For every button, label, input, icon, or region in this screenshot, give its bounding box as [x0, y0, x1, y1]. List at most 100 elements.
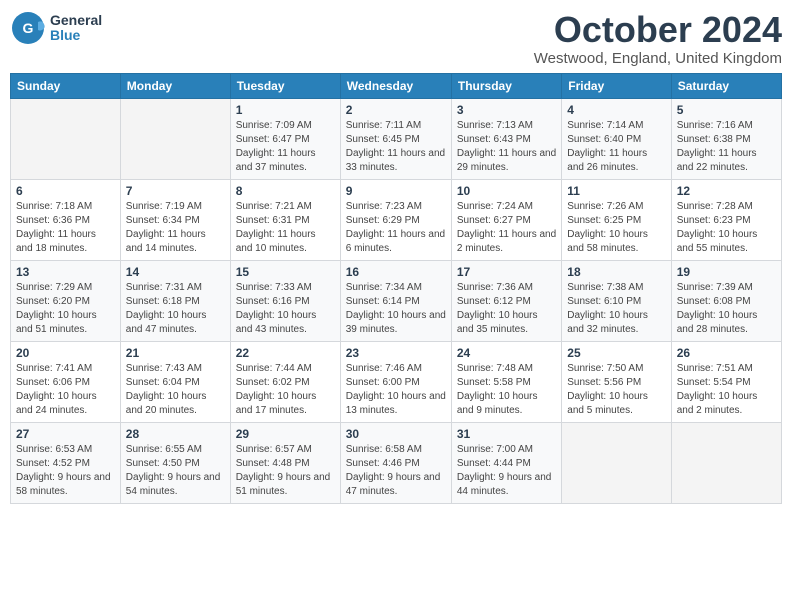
calendar-cell: 2 Sunrise: 7:11 AM Sunset: 6:45 PM Daylig…	[340, 98, 451, 179]
weekday-header-monday: Monday	[120, 73, 230, 98]
calendar-cell: 11Sunrise: 7:26 AM Sunset: 6:25 PM Dayli…	[562, 179, 671, 260]
calendar-cell: 21 Sunrise: 7:43 AM Sunset: 6:04 PM Dayli…	[120, 341, 230, 422]
week-row-5: 27 Sunrise: 6:53 AM Sunset: 4:52 PM Dayli…	[11, 422, 782, 503]
day-number: 10	[457, 184, 556, 198]
calendar-cell: 4Sunrise: 7:14 AM Sunset: 6:40 PM Daylig…	[562, 98, 671, 179]
day-info: Sunrise: 7:46 AM Sunset: 6:00 PM Dayligh…	[346, 362, 446, 418]
day-info: Sunrise: 7:19 AM Sunset: 6:34 PM Dayligh…	[126, 200, 225, 256]
calendar-cell: 8 Sunrise: 7:21 AM Sunset: 6:31 PM Daylig…	[230, 179, 340, 260]
day-info: Sunrise: 7:51 AM Sunset: 5:54 PM Dayligh…	[677, 362, 776, 418]
week-row-3: 13 Sunrise: 7:29 AM Sunset: 6:20 PM Dayli…	[11, 260, 782, 341]
page-header: G General Blue October 2024 Westwood, En…	[10, 10, 782, 67]
calendar-cell: 19 Sunrise: 7:39 AM Sunset: 6:08 PM Dayli…	[671, 260, 781, 341]
day-info: Sunrise: 7:39 AM Sunset: 6:08 PM Dayligh…	[677, 281, 776, 337]
day-info: Sunrise: 6:53 AM Sunset: 4:52 PM Dayligh…	[16, 443, 115, 499]
logo-blue-text: Blue	[50, 28, 102, 43]
calendar-cell	[11, 98, 121, 179]
calendar-cell: 28Sunrise: 6:55 AM Sunset: 4:50 PM Dayli…	[120, 422, 230, 503]
calendar-cell: 14 Sunrise: 7:31 AM Sunset: 6:18 PM Dayli…	[120, 260, 230, 341]
calendar-cell: 31 Sunrise: 7:00 AM Sunset: 4:44 PM Dayli…	[451, 422, 561, 503]
calendar-cell: 7Sunrise: 7:19 AM Sunset: 6:34 PM Daylig…	[120, 179, 230, 260]
day-info: Sunrise: 6:58 AM Sunset: 4:46 PM Dayligh…	[346, 443, 446, 499]
calendar-cell: 22Sunrise: 7:44 AM Sunset: 6:02 PM Dayli…	[230, 341, 340, 422]
calendar-cell: 25 Sunrise: 7:50 AM Sunset: 5:56 PM Dayli…	[562, 341, 671, 422]
month-title: October 2024	[534, 10, 782, 50]
day-number: 24	[457, 346, 556, 360]
title-block: October 2024 Westwood, England, United K…	[534, 10, 782, 67]
day-number: 13	[16, 265, 115, 279]
day-info: Sunrise: 7:28 AM Sunset: 6:23 PM Dayligh…	[677, 200, 776, 256]
calendar-table: SundayMondayTuesdayWednesdayThursdayFrid…	[10, 73, 782, 504]
calendar-cell: 27 Sunrise: 6:53 AM Sunset: 4:52 PM Dayli…	[11, 422, 121, 503]
calendar-cell: 3Sunrise: 7:13 AM Sunset: 6:43 PM Daylig…	[451, 98, 561, 179]
day-info: Sunrise: 7:13 AM Sunset: 6:43 PM Dayligh…	[457, 119, 556, 175]
day-number: 31	[457, 427, 556, 441]
calendar-cell: 18Sunrise: 7:38 AM Sunset: 6:10 PM Dayli…	[562, 260, 671, 341]
calendar-cell: 1 Sunrise: 7:09 AM Sunset: 6:47 PM Daylig…	[230, 98, 340, 179]
day-number: 21	[126, 346, 225, 360]
calendar-cell: 16 Sunrise: 7:34 AM Sunset: 6:14 PM Dayli…	[340, 260, 451, 341]
day-number: 19	[677, 265, 776, 279]
logo-general-text: General	[50, 13, 102, 28]
calendar-cell: 13 Sunrise: 7:29 AM Sunset: 6:20 PM Dayli…	[11, 260, 121, 341]
day-number: 2	[346, 103, 446, 117]
day-number: 8	[236, 184, 335, 198]
day-number: 30	[346, 427, 446, 441]
calendar-cell: 12 Sunrise: 7:28 AM Sunset: 6:23 PM Dayli…	[671, 179, 781, 260]
calendar-cell: 17Sunrise: 7:36 AM Sunset: 6:12 PM Dayli…	[451, 260, 561, 341]
calendar-cell	[120, 98, 230, 179]
day-info: Sunrise: 7:16 AM Sunset: 6:38 PM Dayligh…	[677, 119, 776, 175]
week-row-2: 6Sunrise: 7:18 AM Sunset: 6:36 PM Daylig…	[11, 179, 782, 260]
weekday-header-sunday: Sunday	[11, 73, 121, 98]
day-info: Sunrise: 7:34 AM Sunset: 6:14 PM Dayligh…	[346, 281, 446, 337]
day-info: Sunrise: 7:41 AM Sunset: 6:06 PM Dayligh…	[16, 362, 115, 418]
day-number: 23	[346, 346, 446, 360]
day-number: 1	[236, 103, 335, 117]
calendar-cell: 20 Sunrise: 7:41 AM Sunset: 6:06 PM Dayli…	[11, 341, 121, 422]
day-info: Sunrise: 7:44 AM Sunset: 6:02 PM Dayligh…	[236, 362, 335, 418]
weekday-header-wednesday: Wednesday	[340, 73, 451, 98]
calendar-cell	[671, 422, 781, 503]
weekday-header-thursday: Thursday	[451, 73, 561, 98]
day-info: Sunrise: 7:48 AM Sunset: 5:58 PM Dayligh…	[457, 362, 556, 418]
day-number: 29	[236, 427, 335, 441]
calendar-cell: 5Sunrise: 7:16 AM Sunset: 6:38 PM Daylig…	[671, 98, 781, 179]
weekday-header-friday: Friday	[562, 73, 671, 98]
week-row-4: 20 Sunrise: 7:41 AM Sunset: 6:06 PM Dayli…	[11, 341, 782, 422]
day-info: Sunrise: 7:14 AM Sunset: 6:40 PM Dayligh…	[567, 119, 665, 175]
day-info: Sunrise: 7:21 AM Sunset: 6:31 PM Dayligh…	[236, 200, 335, 256]
day-info: Sunrise: 7:50 AM Sunset: 5:56 PM Dayligh…	[567, 362, 665, 418]
day-info: Sunrise: 7:11 AM Sunset: 6:45 PM Dayligh…	[346, 119, 446, 175]
week-row-1: 1 Sunrise: 7:09 AM Sunset: 6:47 PM Daylig…	[11, 98, 782, 179]
day-number: 18	[567, 265, 665, 279]
day-info: Sunrise: 7:00 AM Sunset: 4:44 PM Dayligh…	[457, 443, 556, 499]
logo-icon: G	[10, 10, 46, 46]
day-number: 20	[16, 346, 115, 360]
day-info: Sunrise: 7:23 AM Sunset: 6:29 PM Dayligh…	[346, 200, 446, 256]
day-number: 11	[567, 184, 665, 198]
day-number: 12	[677, 184, 776, 198]
calendar-cell: 29 Sunrise: 6:57 AM Sunset: 4:48 PM Dayli…	[230, 422, 340, 503]
calendar-cell: 24 Sunrise: 7:48 AM Sunset: 5:58 PM Dayli…	[451, 341, 561, 422]
day-info: Sunrise: 7:24 AM Sunset: 6:27 PM Dayligh…	[457, 200, 556, 256]
day-info: Sunrise: 7:09 AM Sunset: 6:47 PM Dayligh…	[236, 119, 335, 175]
day-info: Sunrise: 7:36 AM Sunset: 6:12 PM Dayligh…	[457, 281, 556, 337]
calendar-cell: 23 Sunrise: 7:46 AM Sunset: 6:00 PM Dayli…	[340, 341, 451, 422]
day-info: Sunrise: 7:33 AM Sunset: 6:16 PM Dayligh…	[236, 281, 335, 337]
day-info: Sunrise: 6:57 AM Sunset: 4:48 PM Dayligh…	[236, 443, 335, 499]
day-info: Sunrise: 7:31 AM Sunset: 6:18 PM Dayligh…	[126, 281, 225, 337]
weekday-header-row: SundayMondayTuesdayWednesdayThursdayFrid…	[11, 73, 782, 98]
day-info: Sunrise: 7:43 AM Sunset: 6:04 PM Dayligh…	[126, 362, 225, 418]
day-number: 25	[567, 346, 665, 360]
weekday-header-saturday: Saturday	[671, 73, 781, 98]
calendar-cell: 26Sunrise: 7:51 AM Sunset: 5:54 PM Dayli…	[671, 341, 781, 422]
day-number: 28	[126, 427, 225, 441]
day-number: 14	[126, 265, 225, 279]
day-info: Sunrise: 7:18 AM Sunset: 6:36 PM Dayligh…	[16, 200, 115, 256]
day-info: Sunrise: 7:29 AM Sunset: 6:20 PM Dayligh…	[16, 281, 115, 337]
day-number: 27	[16, 427, 115, 441]
calendar-cell: 9 Sunrise: 7:23 AM Sunset: 6:29 PM Daylig…	[340, 179, 451, 260]
day-number: 16	[346, 265, 446, 279]
day-number: 15	[236, 265, 335, 279]
day-number: 9	[346, 184, 446, 198]
